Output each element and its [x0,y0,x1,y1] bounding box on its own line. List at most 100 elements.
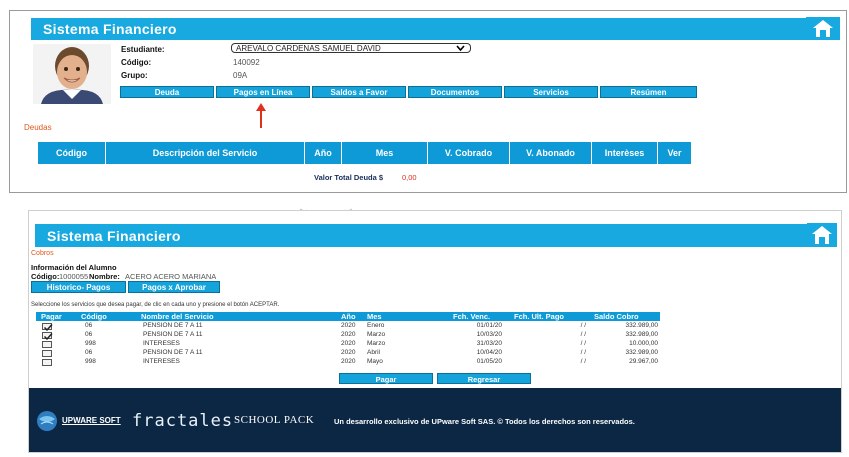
cell-anio: 2020 [341,349,356,356]
cell-anio: 2020 [341,340,356,347]
tab-pagos-x-aprobar[interactable]: Pagos x Aprobar [128,281,220,293]
checkbox-icon[interactable] [42,350,52,357]
cobros-table-header: Pagar Código Nombre del Servicio Año Mes… [36,312,660,321]
top-title-bar: Sistema Financiero [31,18,810,40]
cell-fch-venc: 31/03/20 [476,340,502,347]
total-deuda-label: Valor Total Deuda $ [314,173,384,182]
cell-mes: Enero [367,322,385,329]
tab-historico-pagos[interactable]: Historico- Pagos [31,281,126,293]
alumno-codigo-label: Código: [31,272,60,281]
th-fch-ult-pago: Fch. Ult. Pago [514,312,565,321]
bottom-page-title: Sistema Financiero [47,228,181,244]
grupo-label: Grupo: [121,71,148,80]
cell-fch-ult-pago: / / [580,322,586,329]
regresar-button[interactable]: Regresar [437,373,531,384]
deudas-section-label: Deudas [24,123,52,132]
col-v-cobrado: V. Cobrado [428,142,510,164]
nav-documentos[interactable]: Documentos [408,86,502,98]
cell-nombre: INTERESES [143,358,180,365]
th-mes: Mes [367,312,382,321]
bottom-panel: Sistema Financiero Cobros Información de… [28,210,842,453]
footer: UPWARE SOFT fractales SCHOOL PACK Un des… [29,388,841,452]
cobros-table: Pagar Código Nombre del Servicio Año Mes… [36,312,676,372]
th-pagar: Pagar [41,312,62,321]
alumno-nombre-value: ACERO ACERO MARIANA [125,272,217,281]
instruction-text: Seleccione los servicios que desea pagar… [31,302,280,308]
cell-fch-ult-pago: / / [580,340,586,347]
nav-servicios[interactable]: Servicios [504,86,598,98]
col-mes: Mes [342,142,428,164]
nav-saldos-a-favor[interactable]: Saldos a Favor [312,86,406,98]
table-row: 06 PENSION DE 7 A 11 2020 Abril 10/04/20 / / 3… [36,349,676,358]
cobros-section-label: Cobros [31,250,54,257]
bottom-title-bar: Sistema Financiero [35,224,810,247]
checkbox-icon[interactable] [42,341,52,348]
col-intereses: Interèses [592,142,658,164]
cell-mes: Marzo [367,340,386,347]
brand-upware: UPWARE SOFT [62,416,121,425]
alumno-nombre-label: Nombre: [89,272,120,281]
cell-fch-ult-pago: / / [580,331,586,338]
cell-fch-ult-pago: / / [580,358,586,365]
cell-anio: 2020 [341,322,356,329]
checkbox-icon[interactable] [42,323,53,332]
bottom-home-icon[interactable] [807,223,837,247]
cell-mes: Mayo [367,358,383,365]
codigo-value: 140092 [233,58,260,67]
checkbox-icon[interactable] [42,332,53,341]
cell-anio: 2020 [341,331,356,338]
col-codigo: Código [38,142,106,164]
home-icon[interactable] [806,17,840,40]
cell-fch-venc: 01/05/20 [476,358,502,365]
brand-fractales: fractales [132,411,234,431]
footer-text: Un desarrollo exclusivo de UPware Soft S… [334,417,635,426]
info-alumno-heading: Información del Alumno [31,263,117,272]
nav-deuda[interactable]: Deuda [120,86,214,98]
table-row: 998 INTERESES 2020 Mayo 01/05/20 / / 29.967,00 [36,358,676,367]
cell-nombre: PENSION DE 7 A 11 [143,331,203,338]
th-anio: Año [341,312,356,321]
page-title: Sistema Financiero [43,21,177,37]
cell-saldo: 29.967,00 [629,358,658,365]
estudiante-select[interactable]: AREVALO CARDENAS SAMUEL DAVID [231,43,471,53]
cell-fch-venc: 01/01/20 [476,322,502,329]
cell-saldo: 10.000,00 [629,340,658,347]
grupo-value: 09A [233,71,248,80]
avatar [33,44,111,104]
nav-resumen[interactable]: Resúmen [600,86,697,98]
cell-fch-venc: 10/04/20 [476,349,502,356]
col-v-abonado: V. Abonado [510,142,592,164]
col-descripcion: Descripción del Servicio [106,142,305,164]
cell-fch-ult-pago: / / [580,349,586,356]
estudiante-label: Estudiante: [121,45,165,54]
red-up-arrow-icon [256,103,266,128]
total-deuda-value: 0,00 [402,173,417,182]
cell-codigo: 06 [85,331,93,338]
th-fch-venc: Fch. Venc. [453,312,491,321]
cell-saldo: 332.989,00 [625,322,658,329]
nav-pagos-en-linea[interactable]: Pagos en Línea [216,86,310,98]
cell-codigo: 06 [85,322,93,329]
estudiante-selected-value: AREVALO CARDENAS SAMUEL DAVID [236,44,381,53]
checkbox-icon[interactable] [42,359,52,366]
cell-mes: Abril [367,349,381,356]
table-row: 06 PENSION DE 7 A 11 2020 Marzo 10/03/20 / / 3… [36,331,676,341]
alumno-codigo-value: 1000055 [59,272,89,281]
th-nombre: Nombre del Servicio [141,312,214,321]
deudas-table-header: Código Descripción del Servicio Año Mes … [38,142,691,164]
pagar-button[interactable]: Pagar [339,373,433,384]
cell-saldo: 332.989,00 [625,331,658,338]
cell-mes: Marzo [367,331,386,338]
cell-nombre: PENSION DE 7 A 11 [143,349,203,356]
th-codigo: Código [81,312,107,321]
col-anio: Año [305,142,342,164]
globe-logo-icon [37,411,57,431]
cell-codigo: 06 [85,349,93,356]
codigo-label: Código: [121,58,152,67]
table-row: 06 PENSION DE 7 A 11 2020 Enero 01/01/20 / / 3… [36,322,676,332]
dropdown-chevron-icon [456,45,465,52]
cell-nombre: INTERESES [143,340,180,347]
th-saldo-cobro: Saldo Cobro [594,312,639,321]
cell-saldo: 332.989,00 [625,349,658,356]
brand-schoolpack: SCHOOL PACK [234,414,315,426]
